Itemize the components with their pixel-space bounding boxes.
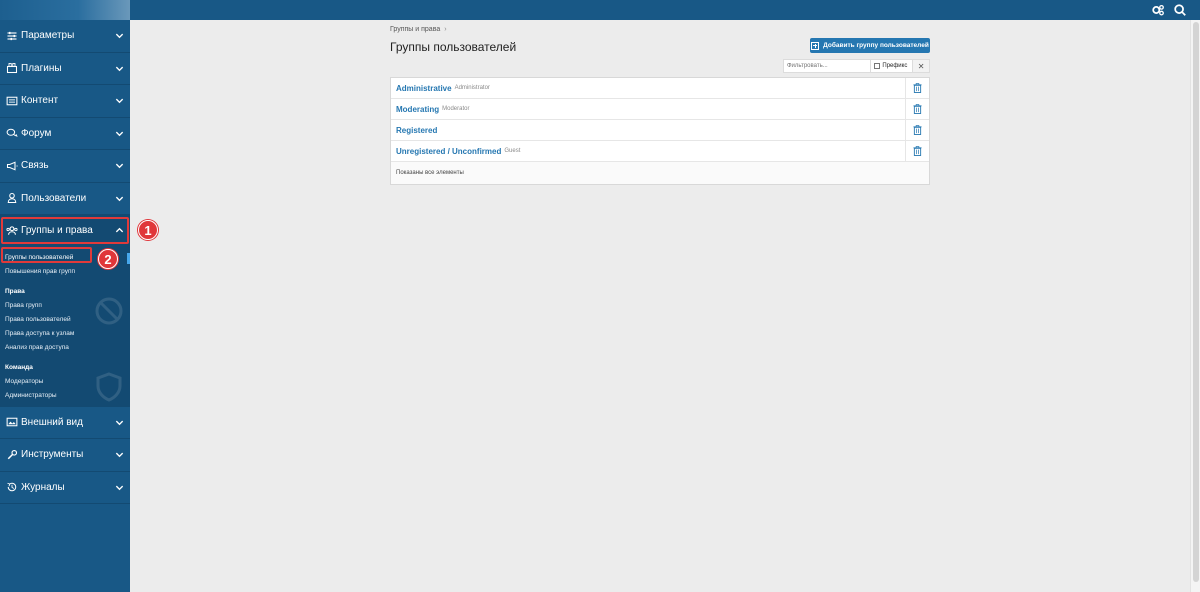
search-icon[interactable] xyxy=(1173,3,1187,17)
prefix-checkbox[interactable]: Префикс xyxy=(871,60,914,72)
group-title-link[interactable]: Registered xyxy=(396,126,437,135)
chevron-down-icon xyxy=(115,483,124,492)
filter-bar: Префикс ✕ xyxy=(783,59,930,73)
sidebar-subnav: Группы пользователей Повышения прав груп… xyxy=(0,247,130,407)
sidebar: Параметры Плагины Контент Форум Связь Пользов… xyxy=(0,20,130,592)
main-content: Группы и права › Группы пользователей Доб… xyxy=(130,20,1190,592)
trash-icon[interactable] xyxy=(905,78,929,98)
sidebar-item-label: Инструменты xyxy=(21,449,84,461)
breadcrumb-separator: › xyxy=(444,26,447,33)
subnav-link-node-permissions[interactable]: Права доступа к узлам xyxy=(0,327,130,341)
chevron-down-icon xyxy=(115,129,124,138)
add-user-group-label: Добавить группу пользователей xyxy=(823,42,929,49)
clear-filter-button[interactable]: ✕ xyxy=(913,60,929,72)
wrench-icon xyxy=(6,449,18,461)
highlight-box-1 xyxy=(1,217,129,244)
top-bar xyxy=(0,0,1200,20)
appearance-icon xyxy=(6,416,18,428)
user-icon xyxy=(6,192,18,204)
table-row: Unregistered / Unconfirmed Guest xyxy=(391,141,929,162)
list-footer: Показаны все элементы xyxy=(391,162,929,184)
chevron-down-icon xyxy=(115,64,124,73)
logo-area[interactable] xyxy=(0,0,130,20)
ban-icon xyxy=(95,297,123,324)
megaphone-icon xyxy=(6,160,18,172)
sidebar-item-label: Форум xyxy=(21,127,52,139)
sidebar-item-label: Пользователи xyxy=(21,192,87,204)
plugin-icon xyxy=(6,62,18,74)
sliders-icon xyxy=(6,30,18,42)
history-icon xyxy=(6,481,18,493)
cogs-icon[interactable] xyxy=(1151,3,1165,17)
annotation-badge-2: 2 xyxy=(98,249,118,269)
group-title-link[interactable]: Moderating xyxy=(396,105,439,114)
sidebar-item-plugin[interactable]: Плагины xyxy=(0,53,130,85)
chevron-down-icon xyxy=(115,194,124,203)
chevron-down-icon xyxy=(115,31,124,40)
sidebar-item-label: Плагины xyxy=(21,62,62,74)
group-user-title: Guest xyxy=(504,148,521,154)
sidebar-item-content[interactable]: Контент xyxy=(0,85,130,118)
sidebar-item-label: Параметры xyxy=(21,30,75,42)
sidebar-item-label: Журналы xyxy=(21,481,65,493)
group-title-link[interactable]: Unregistered / Unconfirmed xyxy=(396,147,501,156)
add-user-group-button[interactable]: Добавить группу пользователей xyxy=(810,38,930,53)
group-user-title: Moderator xyxy=(442,106,470,112)
sidebar-item-wrench[interactable]: Инструменты xyxy=(0,439,130,472)
sidebar-item-history[interactable]: Журналы xyxy=(0,472,130,504)
breadcrumb: Группы и права › xyxy=(390,26,447,33)
sidebar-item-appearance[interactable]: Внешний вид xyxy=(0,407,130,439)
chevron-down-icon xyxy=(115,418,124,427)
highlight-box-2 xyxy=(1,247,92,263)
shield-icon xyxy=(96,371,122,402)
trash-icon[interactable] xyxy=(905,141,929,161)
plus-square-icon xyxy=(811,41,820,50)
chevron-down-icon xyxy=(115,161,124,170)
sidebar-item-megaphone[interactable]: Связь xyxy=(0,150,130,183)
sidebar-item-sliders[interactable]: Параметры xyxy=(0,20,130,53)
trash-icon[interactable] xyxy=(905,120,929,140)
filter-input[interactable] xyxy=(784,60,872,72)
sidebar-item-label: Контент xyxy=(21,95,59,107)
sidebar-item-label: Внешний вид xyxy=(21,416,83,428)
forum-icon xyxy=(6,127,18,139)
group-title-link[interactable]: Administrative xyxy=(396,84,452,93)
user-groups-list: Administrative Administrator Moderating Mod… xyxy=(390,77,930,185)
prefix-label: Префикс xyxy=(882,63,908,69)
sidebar-item-user[interactable]: Пользователи xyxy=(0,183,130,215)
table-row: Administrative Administrator xyxy=(391,78,929,99)
chevron-down-icon xyxy=(115,96,124,105)
checkbox-icon xyxy=(874,63,881,69)
trash-icon[interactable] xyxy=(905,99,929,119)
sidebar-item-label: Связь xyxy=(21,160,49,172)
sidebar-item-forum[interactable]: Форум xyxy=(0,118,130,150)
table-row: Registered xyxy=(391,120,929,141)
chevron-down-icon xyxy=(115,450,124,459)
subnav-link-permission-analysis[interactable]: Анализ прав доступа xyxy=(0,341,130,355)
scrollbar[interactable] xyxy=(1190,20,1200,592)
group-user-title: Administrator xyxy=(454,85,490,91)
breadcrumb-link[interactable]: Группы и права xyxy=(390,26,440,33)
table-row: Moderating Moderator xyxy=(391,99,929,120)
content-icon xyxy=(6,95,18,107)
page-title: Группы пользователей xyxy=(390,40,517,54)
scrollbar-thumb[interactable] xyxy=(1193,22,1199,582)
